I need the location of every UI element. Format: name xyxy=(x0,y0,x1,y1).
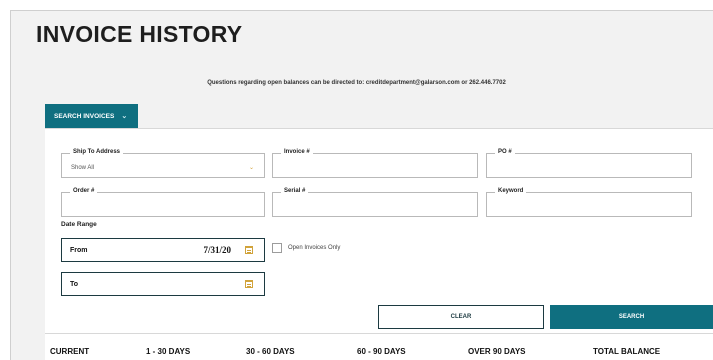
po-number-label: PO # xyxy=(495,149,515,155)
order-number-input[interactable]: Order # xyxy=(61,188,265,217)
chevron-down-icon: ⌄ xyxy=(248,165,254,171)
date-from-label: From xyxy=(70,247,88,254)
calendar-icon[interactable] xyxy=(245,280,253,288)
date-range-label: Date Range xyxy=(61,221,97,228)
keyword-input[interactable]: Keyword xyxy=(486,188,692,217)
aging-total-balance-header: TOTAL BALANCE xyxy=(593,347,661,356)
serial-number-input[interactable]: Serial # xyxy=(272,188,478,217)
chevron-down-icon: ⌄ xyxy=(121,113,128,120)
open-invoices-only-checkbox[interactable] xyxy=(272,243,282,253)
clear-button[interactable]: CLEAR xyxy=(378,305,544,329)
aging-1-30-header: 1 - 30 DAYS xyxy=(146,347,191,356)
date-from-value: 7/31/20 xyxy=(203,245,231,255)
aging-30-60-header: 30 - 60 DAYS xyxy=(246,347,295,356)
aging-current-header: CURRENT xyxy=(50,347,90,356)
calendar-icon[interactable] xyxy=(245,246,253,254)
invoice-number-label: Invoice # xyxy=(281,149,313,155)
serial-number-label: Serial # xyxy=(281,188,309,194)
aging-60-90-header: 60 - 90 DAYS xyxy=(357,347,406,356)
invoice-number-input[interactable]: Invoice # xyxy=(272,149,478,178)
aging-over-90-header: OVER 90 DAYS xyxy=(468,347,526,356)
date-to-input[interactable]: To xyxy=(61,272,265,296)
open-invoices-only-label[interactable]: Open Invoices Only xyxy=(288,245,340,251)
search-invoices-tab-label: SEARCH INVOICES xyxy=(54,112,115,120)
ship-to-address-select[interactable]: Ship To Address Show All ⌄ xyxy=(61,149,265,178)
search-button[interactable]: SEARCH xyxy=(550,305,713,329)
ship-to-address-value: Show All xyxy=(71,165,95,171)
date-from-input[interactable]: From 7/31/20 xyxy=(61,238,265,262)
date-to-label: To xyxy=(70,281,79,288)
po-number-input[interactable]: PO # xyxy=(486,149,692,178)
ship-to-address-label: Ship To Address xyxy=(70,149,124,155)
page-title: INVOICE HISTORY xyxy=(36,21,243,47)
contact-note: Questions regarding open balances can be… xyxy=(207,80,506,86)
search-invoices-tab[interactable]: SEARCH INVOICES ⌄ xyxy=(45,104,138,128)
order-number-label: Order # xyxy=(70,188,98,194)
keyword-label: Keyword xyxy=(495,188,527,194)
